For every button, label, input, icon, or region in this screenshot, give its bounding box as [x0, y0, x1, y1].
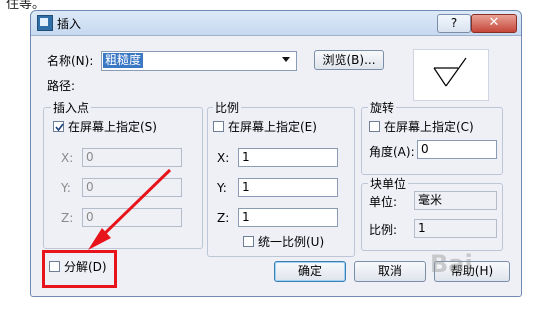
watermark: Bai	[430, 250, 473, 278]
